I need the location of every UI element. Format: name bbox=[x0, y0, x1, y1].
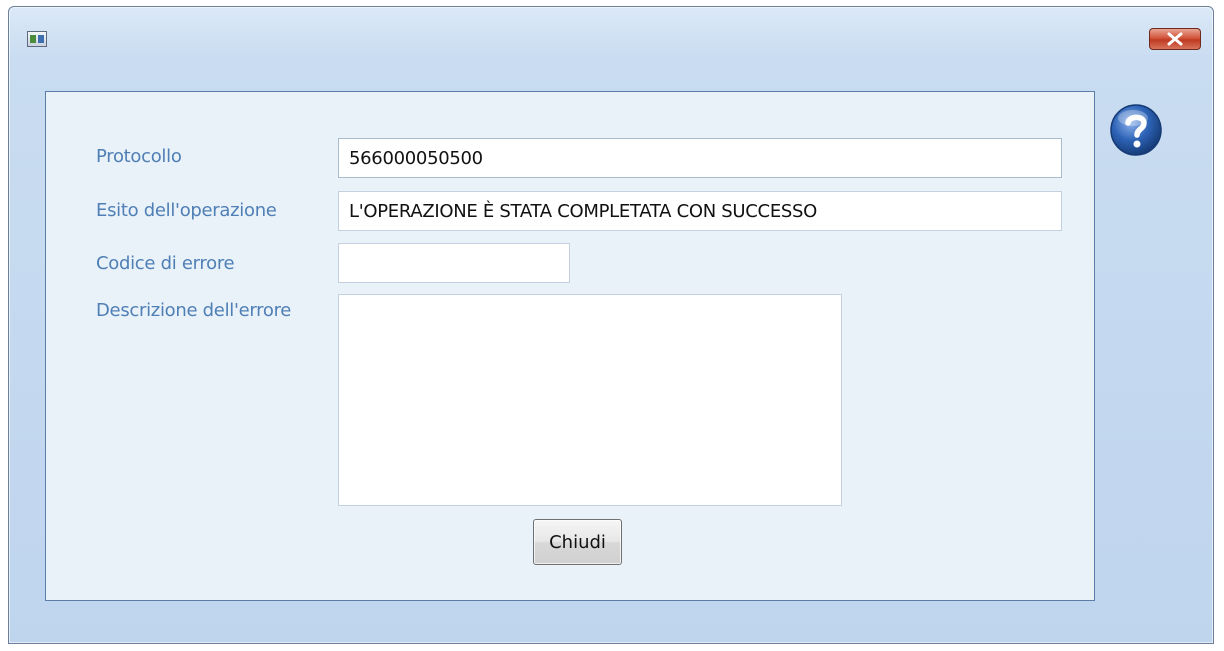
help-icon[interactable] bbox=[1109, 103, 1163, 157]
error-code-field[interactable] bbox=[338, 243, 570, 283]
outcome-label: Esito dell'operazione bbox=[96, 200, 277, 221]
close-icon bbox=[1167, 32, 1183, 46]
app-icon bbox=[27, 31, 47, 47]
error-description-label: Descrizione dell'errore bbox=[96, 300, 292, 321]
error-code-label: Codice di errore bbox=[96, 253, 235, 274]
protocol-field[interactable]: 566000050500 bbox=[338, 138, 1062, 178]
protocol-label: Protocollo bbox=[96, 146, 182, 167]
window-close-button[interactable] bbox=[1149, 28, 1201, 50]
outcome-field[interactable]: L'OPERAZIONE È STATA COMPLETATA CON SUCC… bbox=[338, 191, 1062, 231]
title-bar bbox=[9, 7, 1213, 77]
close-button[interactable]: Chiudi bbox=[533, 519, 622, 565]
error-description-field[interactable] bbox=[338, 294, 842, 506]
